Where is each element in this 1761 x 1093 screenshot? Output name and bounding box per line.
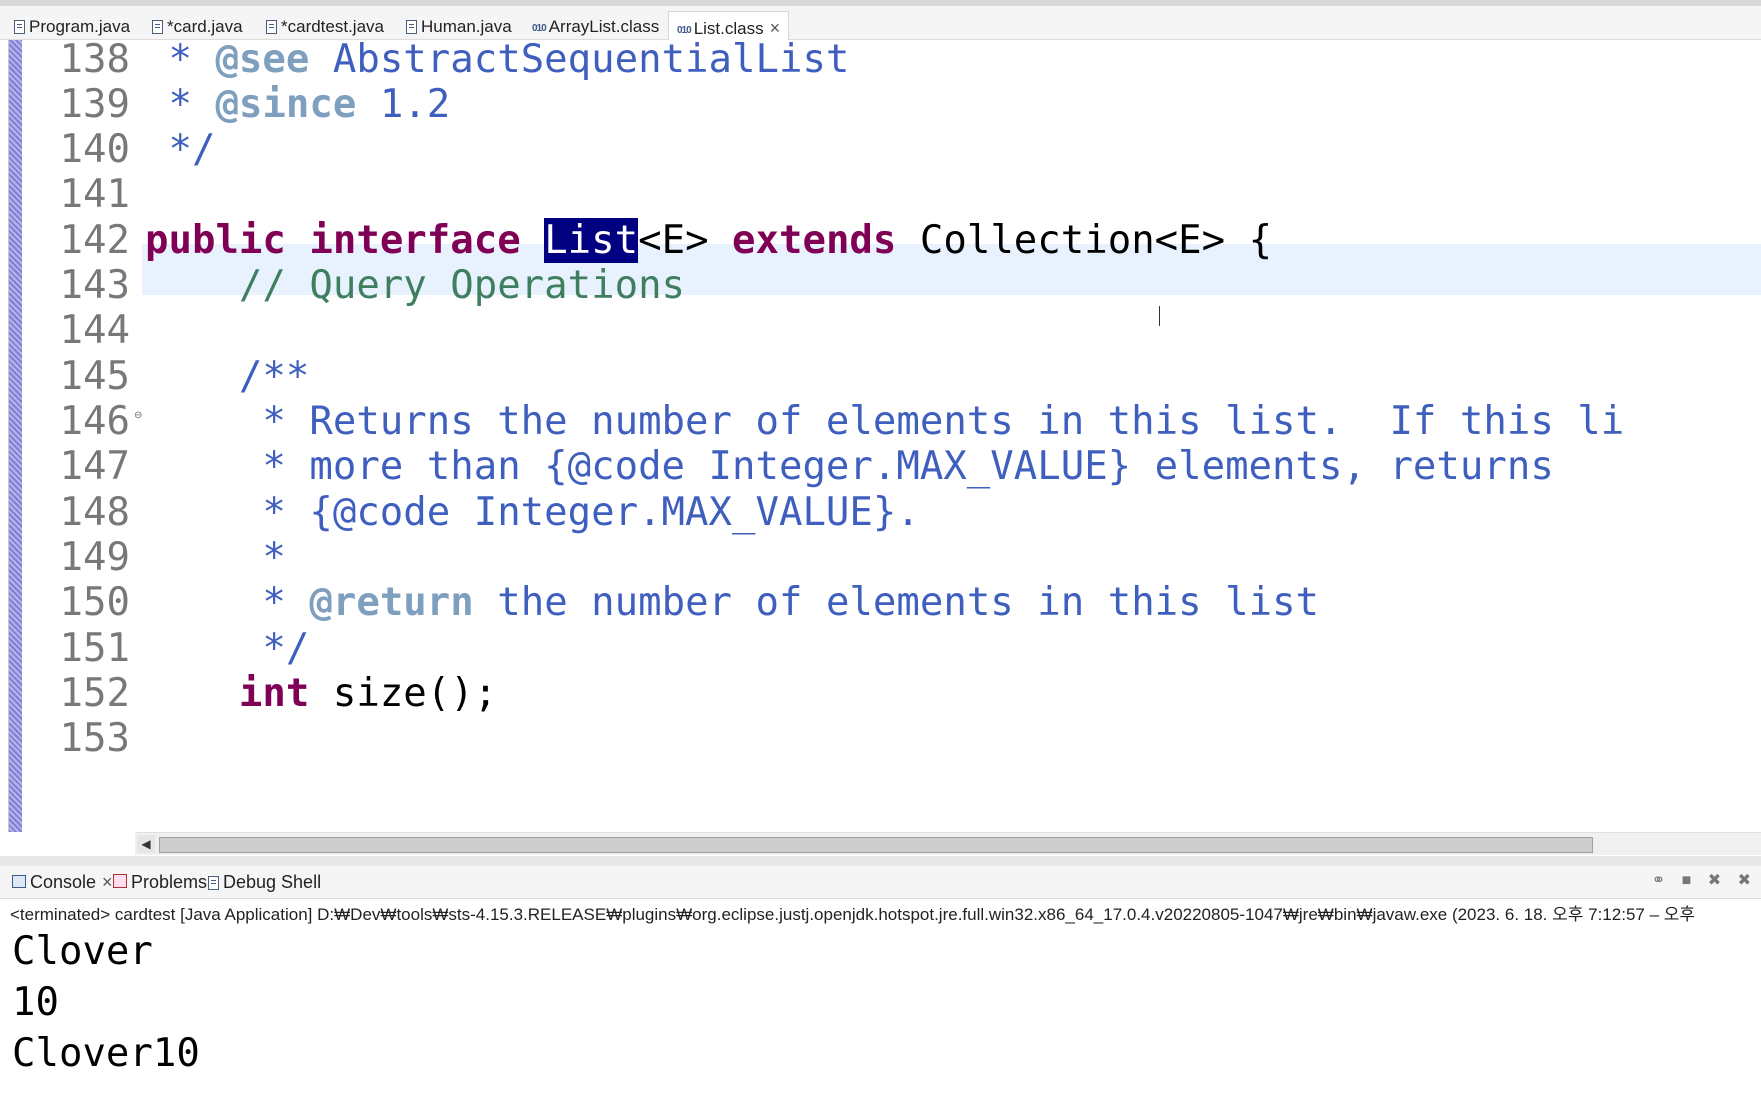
code-line-149: *: [145, 535, 286, 580]
line-number: 148: [59, 490, 130, 535]
panel-separator[interactable]: [0, 856, 1761, 866]
tab-console[interactable]: Console ×: [12, 872, 113, 893]
code-line-143: // Query Operations: [145, 263, 686, 308]
line-number: 142: [59, 218, 130, 263]
java-file-icon: [14, 20, 25, 34]
quick-diff-ruler: [9, 40, 22, 832]
code-line-138: * @see AbstractSequentialList: [145, 37, 850, 82]
code-line-148: * {@code Integer.MAX_VALUE}.: [145, 490, 920, 535]
code-line-140: */: [145, 127, 216, 172]
code-line-147: * more than {@code Integer.MAX_VALUE} el…: [145, 444, 1554, 489]
scrollbar-thumb[interactable]: [159, 837, 1593, 853]
code-line-151: */: [145, 626, 310, 671]
line-number: 141: [59, 172, 130, 217]
code-line-152: int size();: [238, 671, 498, 716]
line-number-gutter: 138 139 140 141 142 143 144 145 146 147 …: [22, 37, 142, 832]
line-number: 149: [59, 535, 130, 580]
output-line: Clover10: [12, 1031, 200, 1076]
code-line-145: /**: [145, 354, 310, 399]
fold-collapse-icon[interactable]: ⊖: [134, 410, 142, 421]
line-number: 140: [59, 127, 130, 172]
java-file-icon: [266, 20, 277, 34]
line-number: 151: [59, 626, 130, 671]
line-number: 143: [59, 263, 130, 308]
line-number: 144: [59, 308, 130, 353]
close-tab-icon[interactable]: ×: [102, 872, 113, 892]
code-area: * @see AbstractSequentialList * @since 1…: [145, 37, 1624, 805]
tab-debug-shell[interactable]: Debug Shell: [208, 872, 321, 893]
text-cursor-icon: [1159, 306, 1162, 326]
line-number: 147: [59, 444, 130, 489]
console-icon: [12, 875, 26, 888]
selected-text[interactable]: List: [544, 218, 639, 263]
line-number: 152: [59, 671, 130, 716]
line-number: 139: [59, 82, 130, 127]
code-editor[interactable]: 138 139 140 141 142 143 144 145 146 147 …: [8, 37, 1761, 832]
tab-label: Problems: [131, 872, 208, 892]
tab-label: Debug Shell: [223, 872, 322, 892]
line-number: 146: [59, 399, 130, 444]
console-toolbar-icons[interactable]: ⚭ ■ ✖ ✖: [1652, 870, 1757, 890]
tab-problems[interactable]: Problems: [113, 872, 207, 893]
code-line-139: * @since 1.2: [145, 82, 451, 127]
editor-horizontal-scrollbar[interactable]: ◀: [135, 832, 1761, 855]
line-number: 153: [59, 716, 130, 761]
java-file-icon: [406, 20, 417, 34]
line-number: 150: [59, 580, 130, 625]
output-line: Clover: [12, 929, 153, 974]
problems-icon: [113, 874, 127, 888]
code-line-150: * @return the number of elements in this…: [145, 580, 1320, 625]
code-line-142: public interface List<E> extends Collect…: [145, 218, 1273, 263]
console-output: Clover 10 Clover10: [12, 926, 200, 1079]
scroll-left-arrow-icon[interactable]: ◀: [137, 835, 155, 853]
output-line: 10: [12, 980, 59, 1025]
line-number: 145: [59, 354, 130, 399]
tab-label: Console: [30, 872, 97, 892]
java-file-icon: [152, 20, 163, 34]
bottom-panel-tab-bar: Console × Problems Debug Shell ⚭ ■ ✖ ✖: [0, 866, 1761, 899]
code-line-146: * Returns the number of elements in this…: [145, 399, 1625, 444]
console-status-line: <terminated> cardtest [Java Application]…: [10, 905, 1696, 924]
line-number: 138: [59, 37, 130, 82]
debug-shell-icon: [208, 876, 219, 890]
